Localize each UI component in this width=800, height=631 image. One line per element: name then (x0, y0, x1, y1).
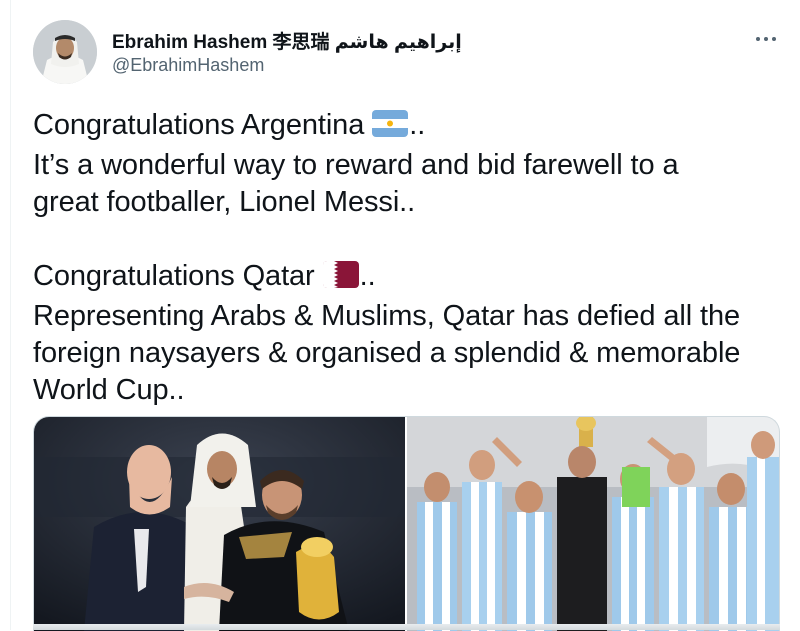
avatar-photo (33, 20, 97, 84)
dot (764, 37, 768, 41)
tweet-body: Congratulations Argentina.. It’s a wonde… (33, 107, 788, 409)
media-photo-celebration[interactable] (407, 417, 779, 631)
tweet-text-segment: Congratulations Argentina (33, 109, 365, 141)
dot (772, 37, 776, 41)
timeline-border (10, 0, 11, 630)
author-avatar[interactable] (33, 20, 97, 84)
tweet-line: World Cup.. (33, 374, 185, 406)
author-handle[interactable]: @EbrahimHashem (112, 55, 264, 76)
media-photo-trophy[interactable] (34, 417, 405, 631)
tweet-line: foreign naysayers & organised a splendid… (33, 337, 741, 369)
tweet-line: Representing Arabs & Muslims, Qatar has … (33, 300, 741, 332)
author-display-name[interactable]: Ebrahim Hashem 李思瑞 إبراهيم هاشم (112, 27, 462, 54)
more-options-icon[interactable] (748, 24, 784, 54)
team-celebration-image (407, 417, 779, 631)
media-bottom-edge (33, 624, 780, 630)
argentina-flag-emoji (372, 110, 409, 147)
tweet-line: great footballer, Lionel Messi.. (33, 186, 416, 218)
tweet-text-segment: .. (409, 109, 426, 141)
tweet-line: Congratulations Qatar.. (33, 258, 788, 298)
tweet-line: It’s a wonderful way to reward and bid f… (33, 149, 679, 181)
tweet-media-grid (33, 416, 780, 631)
tweet-text-segment: .. (359, 260, 376, 292)
tweet-line: Congratulations Argentina.. (33, 107, 788, 147)
trophy-presentation-image (34, 417, 405, 631)
qatar-flag-emoji (322, 261, 359, 298)
tweet-text-segment: Congratulations Qatar (33, 260, 315, 292)
dot (756, 37, 760, 41)
